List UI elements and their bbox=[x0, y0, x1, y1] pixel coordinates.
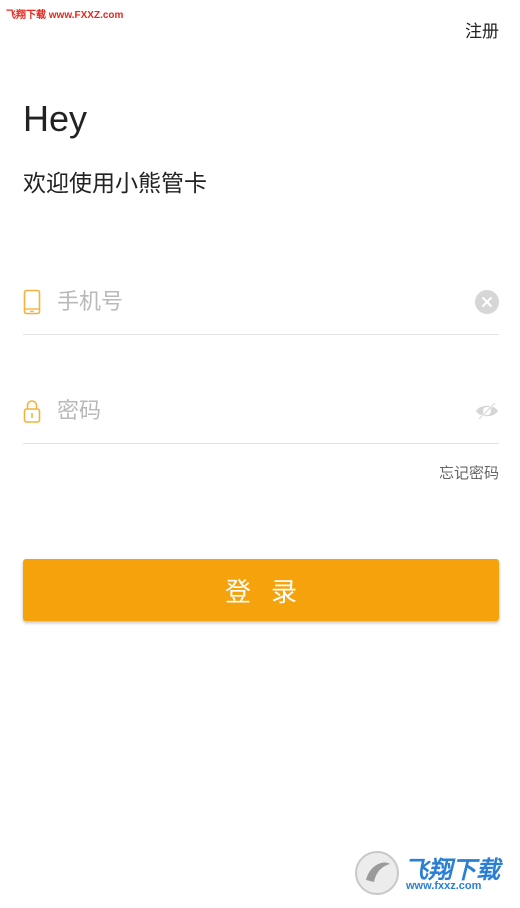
greeting-subtitle: 欢迎使用小熊管卡 bbox=[23, 171, 207, 197]
brand-watermark: 飞翔下载 www.fxxz.com bbox=[354, 848, 512, 898]
login-button[interactable]: 登录 bbox=[23, 559, 499, 621]
lock-icon bbox=[23, 400, 41, 423]
eye-hidden-icon[interactable] bbox=[475, 399, 499, 423]
brand-watermark-url: www.fxxz.com bbox=[406, 880, 482, 892]
register-link[interactable]: 注册 bbox=[465, 17, 499, 42]
phone-field bbox=[23, 270, 499, 335]
password-input[interactable] bbox=[57, 393, 457, 429]
forgot-password-link[interactable]: 忘记密码 bbox=[439, 462, 499, 483]
phone-icon bbox=[23, 289, 41, 315]
phone-input[interactable] bbox=[57, 284, 457, 320]
password-field bbox=[23, 379, 499, 444]
clear-icon[interactable] bbox=[475, 290, 499, 314]
watermark-top: 飞翔下载 www.FXXZ.com bbox=[6, 10, 124, 21]
brand-logo-icon bbox=[355, 851, 399, 895]
greeting-title: Hey bbox=[23, 98, 88, 139]
